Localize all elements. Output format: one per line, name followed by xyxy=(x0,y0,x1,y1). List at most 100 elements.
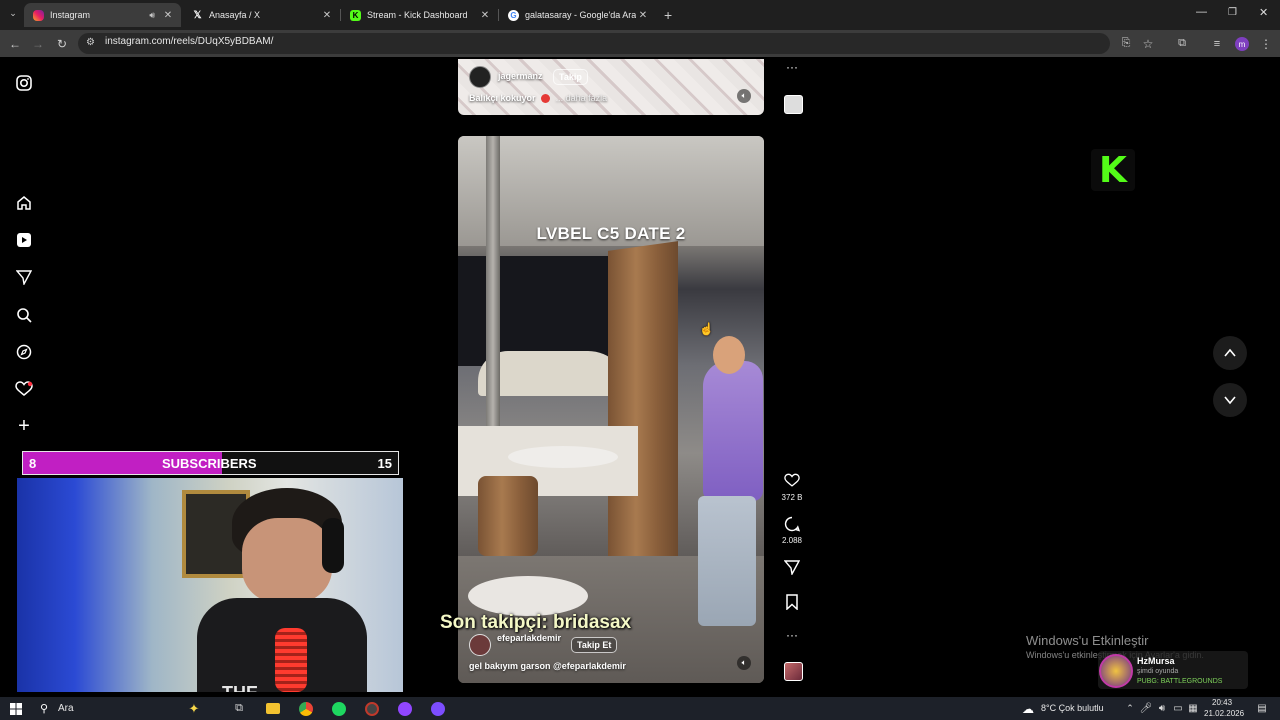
tab-title: Instagram xyxy=(50,10,91,20)
wood-partition xyxy=(608,241,678,581)
tab-search-button[interactable]: ⌄ xyxy=(6,8,20,22)
file-explorer-icon[interactable] xyxy=(263,699,283,718)
windows-start-icon[interactable] xyxy=(6,699,26,718)
minimize-button[interactable]: — xyxy=(1196,6,1207,18)
chrome-icon[interactable] xyxy=(296,699,316,718)
mute-icon[interactable]: 🔈︎ xyxy=(737,656,751,670)
bookmark-icon[interactable] xyxy=(785,594,799,611)
profile-avatar[interactable]: m xyxy=(1235,37,1249,51)
sub-goal: 15 xyxy=(377,455,392,471)
tab-x[interactable]: 𝕏 Anasayfa / X ✕ xyxy=(183,3,340,27)
reel-avatar[interactable] xyxy=(469,634,491,656)
person-jeans xyxy=(698,496,756,626)
caption-text: Balıkçı kokuyor xyxy=(469,93,536,103)
reel-caption: Balıkçı kokuyor ... daha fazla xyxy=(469,93,608,104)
share-icon[interactable] xyxy=(783,559,801,577)
reel-overlay-title: LVBEL C5 DATE 2 xyxy=(536,224,686,243)
friend-avatar xyxy=(1099,654,1133,688)
pinned-app-icon[interactable] xyxy=(428,699,448,718)
home-icon[interactable] xyxy=(14,193,34,213)
taskbar-search-icon[interactable]: ⚲ xyxy=(34,699,54,718)
comment-button[interactable] xyxy=(780,516,804,537)
back-icon[interactable]: ← xyxy=(4,30,26,57)
heart-icon[interactable] xyxy=(784,473,800,488)
browser-menu-icon[interactable]: ⋮ xyxy=(1255,30,1277,57)
extensions-icon[interactable]: ⧉ xyxy=(1171,30,1193,57)
search-icon[interactable] xyxy=(14,305,34,325)
close-tab-icon[interactable]: ✕ xyxy=(161,10,175,21)
shirt-print: THE xyxy=(222,683,258,692)
comment-icon[interactable] xyxy=(784,516,801,532)
reel-username[interactable]: jagermanz xyxy=(498,71,543,81)
explore-icon[interactable] xyxy=(14,342,34,362)
copilot-sparkle-icon[interactable]: ✦ xyxy=(184,699,204,718)
reel-video-main[interactable] xyxy=(458,136,764,683)
new-tab-button[interactable]: + xyxy=(664,7,672,23)
weather-text[interactable]: 8°C Çok bulutlu xyxy=(1041,703,1104,713)
media-control-icon[interactable]: ≡ xyxy=(1206,30,1228,57)
reel-caption: gel bakıyım garson @efeparlakdemir xyxy=(469,661,626,671)
weather-cloud-icon[interactable]: ☁ xyxy=(1018,699,1038,718)
audio-thumbnail[interactable] xyxy=(784,95,803,114)
google-icon: G xyxy=(508,9,519,21)
sub-label: SUBSCRIBERS xyxy=(161,455,257,471)
streamer-face xyxy=(242,518,332,603)
tab-title: Stream - Kick Dashboard xyxy=(367,10,468,20)
chair xyxy=(478,476,538,556)
reel-card-previous[interactable] xyxy=(458,59,764,115)
create-plus-icon[interactable]: + xyxy=(14,415,34,437)
follow-button[interactable]: Takip xyxy=(553,69,588,85)
audio-thumbnail[interactable] xyxy=(784,662,803,681)
reload-icon[interactable]: ↻ xyxy=(51,30,73,57)
taskbar-search-label[interactable]: Ara xyxy=(58,703,74,714)
close-window-button[interactable]: ✕ xyxy=(1259,6,1268,19)
kick-icon: K xyxy=(350,9,361,21)
spotify-icon[interactable] xyxy=(329,699,349,718)
tab-instagram[interactable]: Instagram 🔊︎ ✕ xyxy=(24,3,181,27)
instagram-logo-icon[interactable] xyxy=(14,73,34,93)
close-tab-icon[interactable]: ✕ xyxy=(320,10,334,21)
previous-reel-button[interactable] xyxy=(1213,336,1247,370)
notification-game: PUBG: BATTLEGROUNDS xyxy=(1137,678,1223,685)
notification-name: HzMursa xyxy=(1137,656,1175,666)
restore-button[interactable]: ❐ xyxy=(1228,7,1237,18)
tab-title: Anasayfa / X xyxy=(209,10,261,20)
task-view-icon[interactable]: ⧉ xyxy=(229,699,249,718)
notifications-heart-icon[interactable] xyxy=(14,379,34,399)
messages-icon[interactable] xyxy=(14,267,34,287)
x-icon: 𝕏 xyxy=(193,9,202,21)
forward-icon[interactable]: → xyxy=(27,30,49,57)
next-reel-button[interactable] xyxy=(1213,383,1247,417)
caption-more-link[interactable]: ... daha fazla xyxy=(556,93,608,103)
clock-time[interactable]: 20:43 xyxy=(1212,698,1232,707)
reels-icon[interactable] xyxy=(14,230,34,250)
like-count: 372 B xyxy=(781,493,803,502)
save-button[interactable] xyxy=(780,594,804,615)
speaker-icon[interactable]: 🔊︎ xyxy=(149,10,155,21)
reel-avatar[interactable] xyxy=(469,66,491,88)
more-options-icon[interactable]: ··· xyxy=(786,60,798,74)
table-lower xyxy=(468,576,588,616)
app-icon[interactable] xyxy=(362,699,382,718)
share-button[interactable] xyxy=(780,559,804,580)
tab-google[interactable]: G galatasaray - Google'da Ara ✕ xyxy=(499,3,656,27)
bookmark-star-icon[interactable]: ☆ xyxy=(1137,30,1159,57)
car xyxy=(478,351,628,396)
follow-button[interactable]: Takip Et xyxy=(571,637,618,653)
reel-username[interactable]: efeparlakdemir xyxy=(497,633,561,643)
tab-kick[interactable]: K Stream - Kick Dashboard ✕ xyxy=(341,3,498,27)
more-options-icon[interactable]: ··· xyxy=(786,628,798,642)
kick-logo: K xyxy=(1091,149,1135,191)
like-button[interactable] xyxy=(780,473,804,493)
mute-icon[interactable]: 🔈︎ xyxy=(737,89,751,103)
site-info-icon[interactable]: ⚙ xyxy=(86,37,95,48)
close-tab-icon[interactable]: ✕ xyxy=(636,10,650,21)
notification-center-icon[interactable]: ▤ xyxy=(1252,699,1272,718)
close-tab-icon[interactable]: ✕ xyxy=(478,10,492,21)
install-app-icon[interactable]: ⎘ xyxy=(1115,30,1137,57)
twitch-style-app-icon[interactable] xyxy=(395,699,415,718)
tray-app-icon[interactable]: ▦ xyxy=(1183,699,1203,718)
last-follower-text: Son takipçi: bridasax xyxy=(440,612,632,633)
clock-date[interactable]: 21.02.2026 xyxy=(1204,709,1244,718)
url-text[interactable]: instagram.com/reels/DUqX5yBDBAM/ xyxy=(105,36,273,47)
